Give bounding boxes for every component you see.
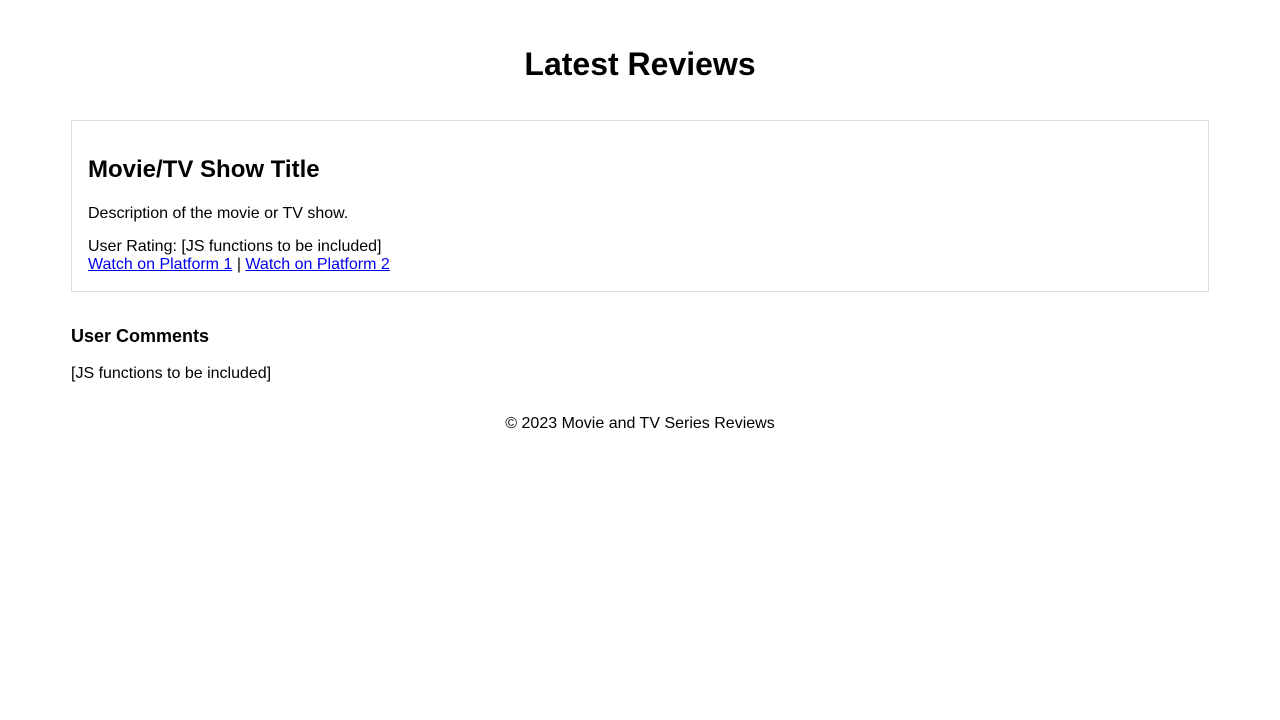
comments-body: [JS functions to be included] — [71, 365, 272, 382]
review-title: Movie/TV Show Title — [88, 156, 320, 183]
footer: © 2023 Movie and TV Series Reviews — [505, 415, 775, 432]
watch-platform-1-link[interactable]: Watch on Platform 1 — [88, 256, 232, 273]
page-title: Latest Reviews — [524, 46, 756, 82]
user-rating: User Rating: [JS functions to be include… — [88, 238, 382, 255]
comments-heading: User Comments — [71, 326, 210, 346]
watch-platform-2-link[interactable]: Watch on Platform 2 — [245, 256, 389, 273]
review-card: Movie/TV Show Title Description of the m… — [71, 120, 1209, 292]
review-description: Description of the movie or TV show. — [88, 205, 349, 222]
page: Latest Reviews Movie/TV Show Title Descr… — [0, 0, 1280, 720]
link-separator: | — [236, 256, 241, 273]
platform-links: Watch on Platform 1 | Watch on Platform … — [88, 256, 390, 274]
